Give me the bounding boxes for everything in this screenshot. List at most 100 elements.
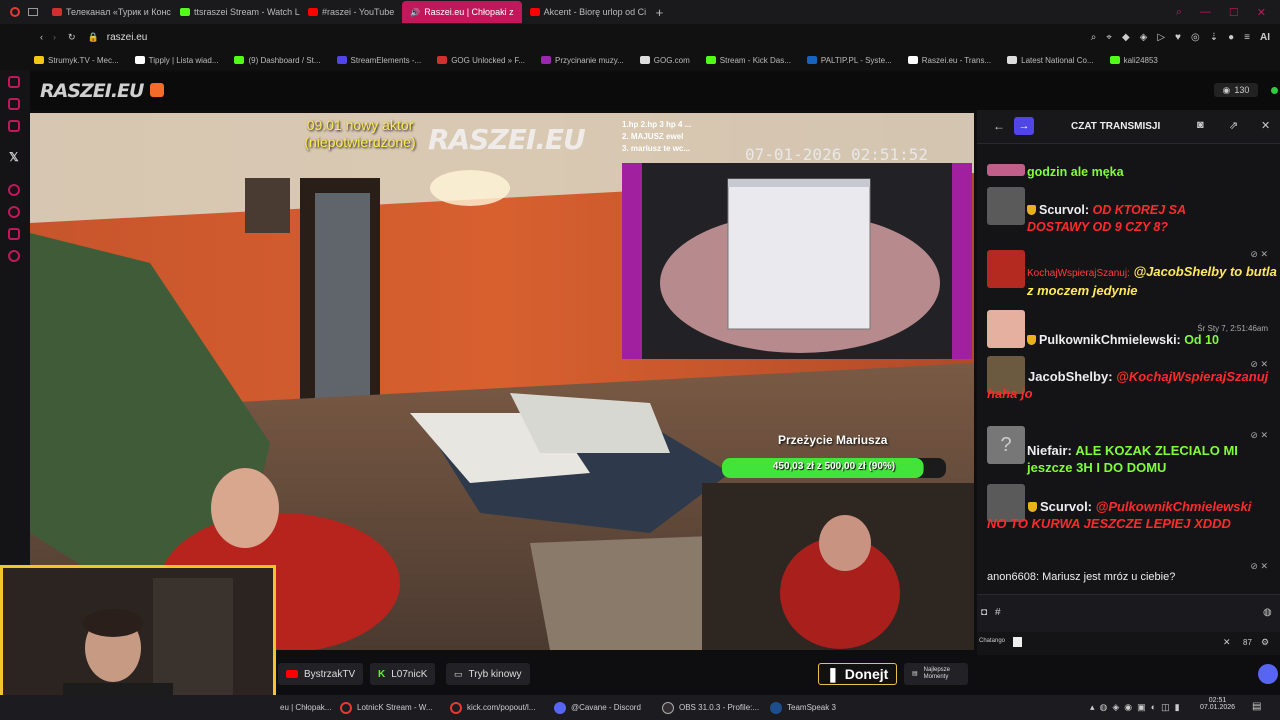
kick-icon: K [378,668,386,680]
zoom-icon[interactable]: ⌕ [1091,32,1097,43]
discord-icon[interactable]: ◙ [1197,119,1204,131]
tab-favicon-icon [52,8,62,16]
mute-icon[interactable]: ✕ [1223,637,1231,648]
settings-icon[interactable]: ⚙ [1261,637,1269,648]
bookmark-favicon-icon [806,56,817,64]
discord-icon [554,701,566,714]
messenger-icon[interactable] [8,98,20,110]
message-actions[interactable]: ⊘ ✕ [1250,430,1268,441]
bookmark-item[interactable]: Przycinanie muzy... [533,56,632,65]
opera-icon [340,701,352,714]
volume-value[interactable]: 87 [1243,638,1252,647]
taskbar-item[interactable]: LotnicK Stream - W... [336,698,437,717]
taskbar-item[interactable]: @Cavane - Discord [550,698,645,717]
bookmark-item[interactable]: GOG.com [632,56,698,65]
bookmark-item[interactable]: Tipply | Lista wiad... [127,56,227,65]
camera-timestamp: 07-01-2026 02:51:52 [745,145,929,164]
donate-button[interactable]: ❚ Donejt [818,663,898,685]
new-tab-button[interactable]: + [650,5,670,20]
best-moments-button[interactable]: ▤ Najlepsze Momenty [904,663,968,685]
taskbar-item[interactable]: OBS 31.0.3 - Profile:... [658,698,763,717]
close-icon[interactable]: ✕ [1257,6,1266,19]
camera-icon[interactable]: ◘ [981,607,987,618]
goal-amount: 450,03 zł z 500,00 zł (90%) [772,461,896,472]
mod-shield-icon [1028,502,1037,512]
bookmark-item[interactable]: GOG Unlocked » F... [429,56,533,65]
opera-logo-icon[interactable] [10,7,20,17]
youtube-icon [529,8,540,16]
address-bar-row: ‹ › ↻ 🔒 raszei.eu ⌕ ⌖ ◆ ◈ ▷ ♥ ◎ ⇣ ● ≡ AI [0,24,1280,50]
overlay-logo: RASZEI.EU [428,123,586,156]
download-icon[interactable]: ⇣ [1210,32,1218,43]
forward-icon[interactable]: › [53,32,56,42]
bookmark-favicon-icon [34,56,44,64]
mod-shield-icon [1027,335,1036,345]
notifications-icon[interactable]: ▤ [1252,701,1261,712]
chat-message: JacobShelby: @KochajWspierajSzanuj haha … [987,369,1269,401]
heart-icon[interactable]: ♥ [1175,32,1181,43]
bookmark-item[interactable]: kali24853 [1102,56,1166,65]
instagram-icon[interactable] [8,120,20,132]
taskbar-item[interactable]: kick.com/popout/l... [446,698,539,717]
menu-icon[interactable]: ≡ [1244,32,1250,43]
extension-icon[interactable]: ◆ [1122,32,1130,43]
popout-icon[interactable]: ⇗ [1229,119,1238,132]
maximize-icon[interactable]: ☐ [1229,6,1239,19]
clock[interactable]: 02:51 07.01.2026 [1200,697,1235,711]
bag-icon[interactable] [8,76,20,88]
play-icon[interactable]: ▷ [1157,32,1165,43]
chat-input[interactable] [1007,600,1257,626]
bookmark-favicon-icon [234,56,245,64]
history-icon[interactable] [8,206,20,218]
youtube-icon [308,8,318,16]
ai-button[interactable]: AI [1260,32,1270,43]
emoji-icon[interactable]: ◍ [1263,607,1272,618]
kick-channel-button[interactable]: K L07nicK [370,663,436,685]
back-icon[interactable]: ‹ [40,32,43,42]
tab-3[interactable]: 🔊 Raszei.eu | Chłopaki z [402,1,522,23]
live-dot-icon [1271,87,1278,94]
player-icon[interactable] [8,184,20,196]
bookmark-item[interactable]: Stream - Kick Das... [698,56,799,65]
bookmark-item[interactable]: PALTIP.PL - Syste... [799,56,900,65]
top-donors: 1.hp 2.hp 3 hp 4 ... 2. MAJUSZ ewel 3. m… [622,120,692,153]
tab-4[interactable]: Akcent - Biorę urlop od Ci [522,1,650,23]
minimize-icon[interactable]: — [1200,6,1211,19]
cinema-mode-button[interactable]: ▭ Tryb kinowy [446,663,530,685]
bookmark-item[interactable]: StreamElements -... [329,56,430,65]
taskbar-item[interactable]: TeamSpeak 3 [766,698,840,717]
search-icon[interactable]: ⌕ [1176,6,1182,19]
taskbar-item[interactable]: eu | Chłopak... [276,698,335,717]
bookmark-item[interactable]: (9) Dashboard / St... [226,56,328,65]
camera-icon[interactable]: ◎ [1191,32,1200,43]
settings-icon[interactable] [8,250,20,262]
bookmark-favicon-icon [1007,56,1018,64]
profile-icon[interactable]: ● [1228,32,1234,43]
pin-icon[interactable] [8,228,20,240]
chat-forward-icon[interactable]: → [1014,117,1034,135]
chat-close-icon[interactable]: ✕ [1261,119,1270,132]
reload-icon[interactable]: ↻ [68,32,76,43]
pin-icon[interactable]: ⌖ [1106,32,1112,43]
bookmark-item[interactable]: Latest National Co... [999,56,1101,65]
tray-icons[interactable]: ▴◍◈◉▣◐◫▮ [1090,702,1185,713]
kick-icon [180,8,190,16]
tipply-icon[interactable] [150,83,164,97]
bookmark-item[interactable]: Strumyk.TV - Mec... [26,56,127,65]
youtube-channel-button[interactable]: BystrzakTV [278,663,364,685]
tab-2[interactable]: #raszei - YouTube [300,1,402,23]
tab-1[interactable]: ttsraszei Stream - Watch L [172,1,300,23]
chat-input-prefix: # [995,607,1001,618]
discord-icon[interactable] [1258,664,1278,684]
site-logo[interactable]: RASZEI.EU [40,80,144,102]
shield-icon[interactable]: ◈ [1140,32,1148,43]
cinema-icon: ▭ [454,668,463,679]
chat-back-icon[interactable]: ← [993,119,1005,133]
bookmark-item[interactable]: Raszei.eu - Trans... [900,56,999,65]
x-icon[interactable]: 𝕏 [9,150,19,164]
tab-0[interactable]: Телеканал «Турик и Конс [44,1,172,23]
bookmark-favicon-icon [437,56,448,64]
url-field[interactable]: raszei.eu [107,32,148,43]
message-actions[interactable]: ⊘ ✕ [1250,249,1268,260]
tab-switcher-icon[interactable] [28,8,38,16]
